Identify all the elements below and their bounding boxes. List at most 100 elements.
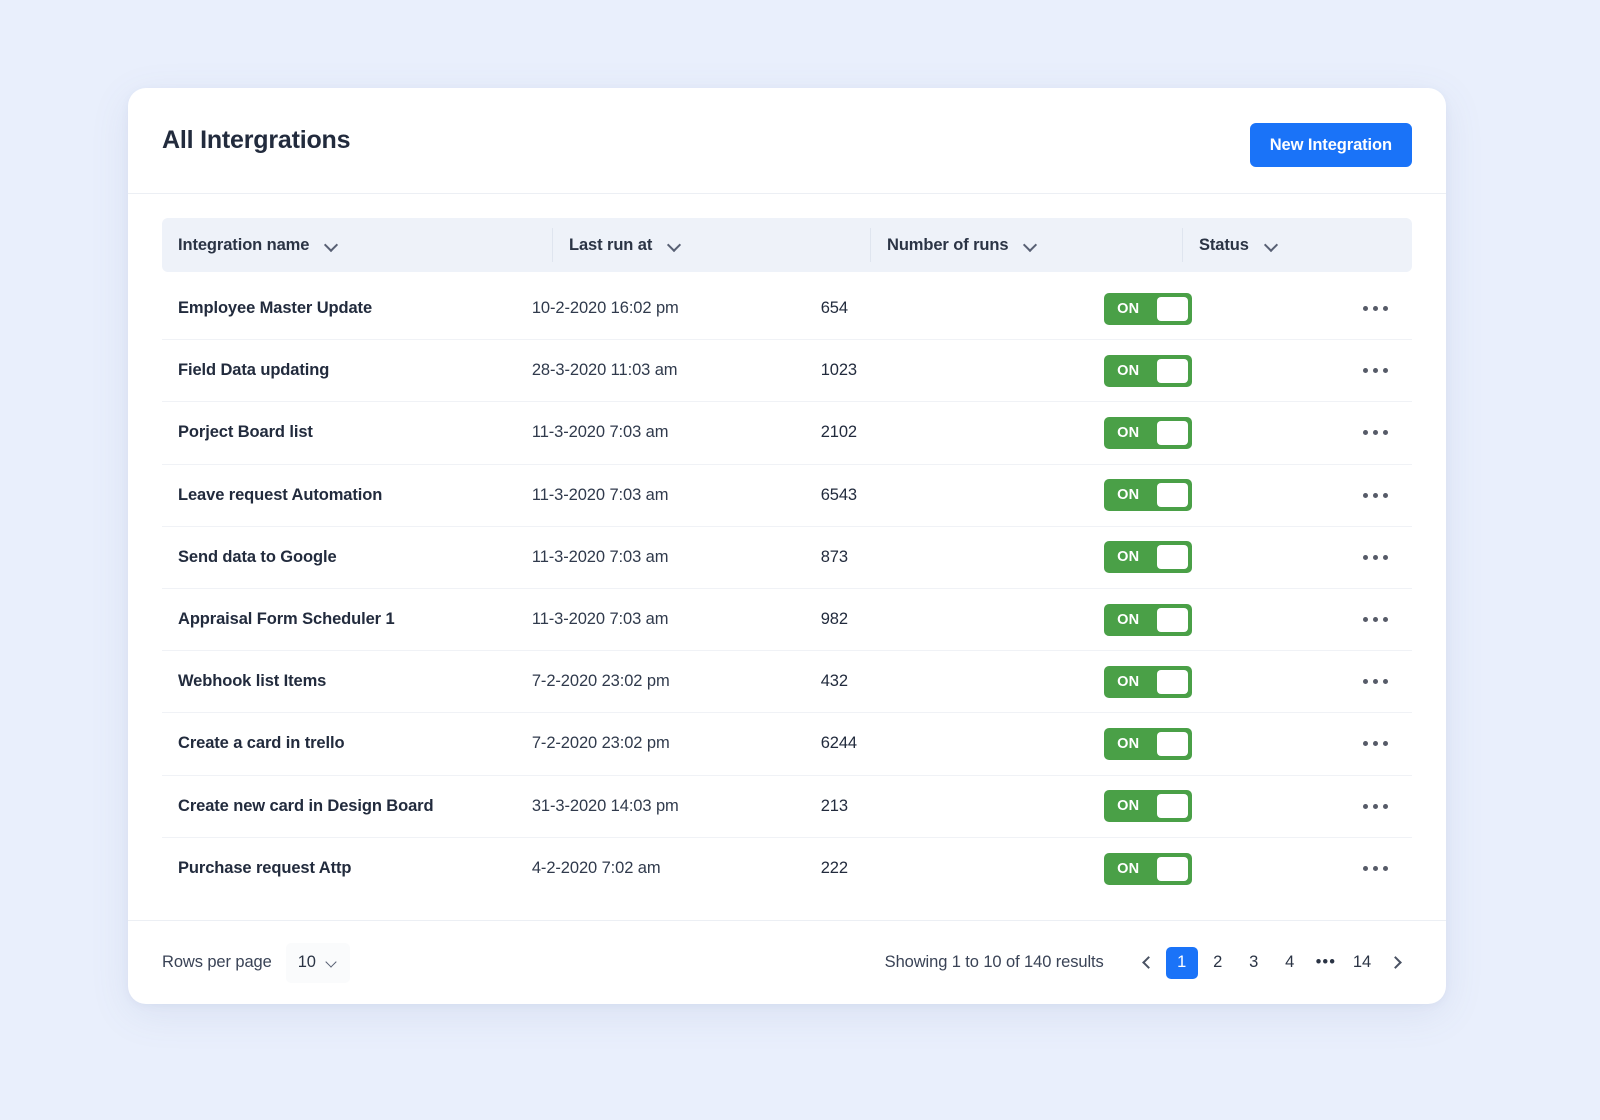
pagination-page-4[interactable]: 4 bbox=[1274, 947, 1306, 979]
rows-per-page: Rows per page 10 bbox=[162, 942, 350, 983]
cell-status: ON bbox=[1088, 416, 1297, 449]
ellipsis-horizontal-icon[interactable] bbox=[1361, 487, 1390, 504]
cell-number-of-runs: 654 bbox=[820, 299, 848, 318]
rows-per-page-value: 10 bbox=[297, 953, 316, 971]
status-toggle-knob bbox=[1157, 545, 1189, 570]
table-header-row: Integration name Last run at Number of r… bbox=[162, 218, 1412, 272]
cell-integration-name: Send data to Google bbox=[178, 547, 337, 566]
status-toggle-label: ON bbox=[1117, 362, 1140, 379]
cell-status: ON bbox=[1088, 603, 1297, 636]
rows-per-page-label: Rows per page bbox=[162, 953, 272, 971]
column-header-label: Status bbox=[1199, 235, 1249, 254]
ellipsis-horizontal-icon[interactable] bbox=[1361, 362, 1390, 379]
chevron-down-icon bbox=[326, 957, 338, 969]
ellipsis-horizontal-icon[interactable] bbox=[1361, 300, 1390, 317]
integrations-card: All Intergrations New Integration Integr… bbox=[128, 88, 1446, 1004]
status-toggle-knob bbox=[1157, 794, 1189, 819]
chevron-right-icon[interactable] bbox=[1382, 947, 1412, 979]
cell-number-of-runs: 982 bbox=[820, 610, 848, 629]
status-toggle-label: ON bbox=[1117, 860, 1140, 877]
chevron-down-icon[interactable] bbox=[1265, 239, 1277, 251]
cell-status: ON bbox=[1088, 354, 1297, 387]
cell-last-run-at: 11-3-2020 7:03 am bbox=[531, 547, 669, 566]
table-row: Employee Master Update 10-2-2020 16:02 pm… bbox=[162, 278, 1412, 341]
status-toggle[interactable]: ON bbox=[1104, 603, 1193, 636]
cell-number-of-runs: 6543 bbox=[820, 485, 857, 504]
cell-number-of-runs: 432 bbox=[820, 672, 848, 691]
ellipsis-horizontal-icon[interactable] bbox=[1361, 735, 1390, 752]
cell-row-menu bbox=[1297, 487, 1412, 504]
column-header-number-of-runs[interactable]: Number of runs bbox=[870, 228, 1182, 262]
ellipsis-horizontal-icon[interactable] bbox=[1361, 424, 1390, 441]
cell-row-menu bbox=[1297, 424, 1412, 441]
column-header-label: Last run at bbox=[569, 235, 653, 254]
cell-integration-name: Field Data updating bbox=[178, 361, 330, 380]
status-toggle[interactable]: ON bbox=[1104, 852, 1193, 885]
cell-status: ON bbox=[1088, 727, 1297, 760]
status-toggle-knob bbox=[1157, 420, 1189, 445]
status-toggle-label: ON bbox=[1117, 798, 1140, 815]
status-toggle[interactable]: ON bbox=[1104, 727, 1193, 760]
status-toggle[interactable]: ON bbox=[1104, 665, 1193, 698]
pagination: 1 2 3 4 ••• 14 bbox=[1132, 946, 1412, 979]
cell-last-run-at: 11-3-2020 7:03 am bbox=[531, 423, 669, 442]
new-integration-button[interactable]: New Integration bbox=[1249, 123, 1412, 167]
ellipsis-horizontal-icon[interactable] bbox=[1361, 611, 1390, 628]
pagination-page-2[interactable]: 2 bbox=[1202, 947, 1234, 979]
status-toggle[interactable]: ON bbox=[1104, 416, 1193, 449]
status-toggle-knob bbox=[1157, 483, 1189, 508]
status-toggle-label: ON bbox=[1117, 673, 1140, 690]
pagination-page-14[interactable]: 14 bbox=[1346, 947, 1378, 979]
cell-number-of-runs: 213 bbox=[820, 796, 848, 815]
column-header-status[interactable]: Status bbox=[1182, 228, 1412, 262]
pagination-page-1[interactable]: 1 bbox=[1165, 946, 1198, 979]
status-toggle[interactable]: ON bbox=[1104, 541, 1193, 574]
table-footer: Rows per page 10 Showing 1 to 10 of 140 … bbox=[128, 920, 1446, 1004]
cell-integration-name: Appraisal Form Scheduler 1 bbox=[178, 610, 395, 629]
status-toggle[interactable]: ON bbox=[1104, 479, 1193, 512]
cell-status: ON bbox=[1088, 665, 1297, 698]
page-title: All Intergrations bbox=[162, 126, 351, 154]
status-toggle-knob bbox=[1157, 856, 1189, 881]
status-toggle-knob bbox=[1157, 358, 1189, 383]
pagination-area: Showing 1 to 10 of 140 results 1 2 3 4 ••• 14 bbox=[884, 946, 1412, 979]
cell-status: ON bbox=[1088, 790, 1297, 823]
table-row: Create a card in trello 7-2-2020 23:02 pm… bbox=[162, 713, 1412, 776]
cell-status: ON bbox=[1088, 292, 1297, 325]
cell-integration-name: Create a card in trello bbox=[178, 734, 345, 753]
ellipsis-horizontal-icon[interactable] bbox=[1361, 860, 1390, 877]
status-toggle[interactable]: ON bbox=[1104, 790, 1193, 823]
column-header-integration-name[interactable]: Integration name bbox=[162, 228, 552, 262]
chevron-left-icon[interactable] bbox=[1132, 947, 1162, 979]
ellipsis-horizontal-icon[interactable] bbox=[1361, 673, 1390, 690]
status-toggle-label: ON bbox=[1117, 549, 1140, 566]
status-toggle[interactable]: ON bbox=[1104, 292, 1193, 325]
cell-last-run-at: 7-2-2020 23:02 pm bbox=[531, 672, 670, 691]
table-row: Send data to Google 11-3-2020 7:03 am 873 O… bbox=[162, 527, 1412, 589]
chevron-down-icon[interactable] bbox=[1024, 239, 1036, 251]
ellipsis-horizontal-icon[interactable] bbox=[1361, 798, 1390, 815]
status-toggle-knob bbox=[1157, 607, 1189, 632]
showing-results-text: Showing 1 to 10 of 140 results bbox=[884, 953, 1104, 971]
status-toggle-label: ON bbox=[1117, 735, 1140, 752]
status-toggle-label: ON bbox=[1117, 424, 1140, 441]
cell-last-run-at: 4-2-2020 7:02 am bbox=[531, 859, 661, 878]
cell-integration-name: Purchase request Attp bbox=[178, 859, 352, 878]
ellipsis-horizontal-icon[interactable] bbox=[1361, 549, 1390, 566]
cell-integration-name: Create new card in Design Board bbox=[178, 796, 434, 815]
rows-per-page-select[interactable]: 10 bbox=[285, 942, 350, 983]
cell-status: ON bbox=[1088, 541, 1297, 574]
chevron-down-icon[interactable] bbox=[325, 239, 337, 251]
cell-last-run-at: 31-3-2020 14:03 pm bbox=[531, 796, 679, 815]
status-toggle-knob bbox=[1157, 669, 1189, 694]
cell-status: ON bbox=[1088, 852, 1297, 885]
cell-integration-name: Webhook list Items bbox=[178, 672, 327, 691]
chevron-down-icon[interactable] bbox=[668, 239, 680, 251]
cell-row-menu bbox=[1297, 798, 1412, 815]
cell-integration-name: Porject Board list bbox=[178, 423, 313, 442]
cell-row-menu bbox=[1297, 860, 1412, 877]
pagination-page-3[interactable]: 3 bbox=[1238, 947, 1270, 979]
table-row: Field Data updating 28-3-2020 11:03 am 102… bbox=[162, 340, 1412, 403]
status-toggle[interactable]: ON bbox=[1104, 354, 1193, 387]
column-header-last-run-at[interactable]: Last run at bbox=[552, 228, 870, 262]
